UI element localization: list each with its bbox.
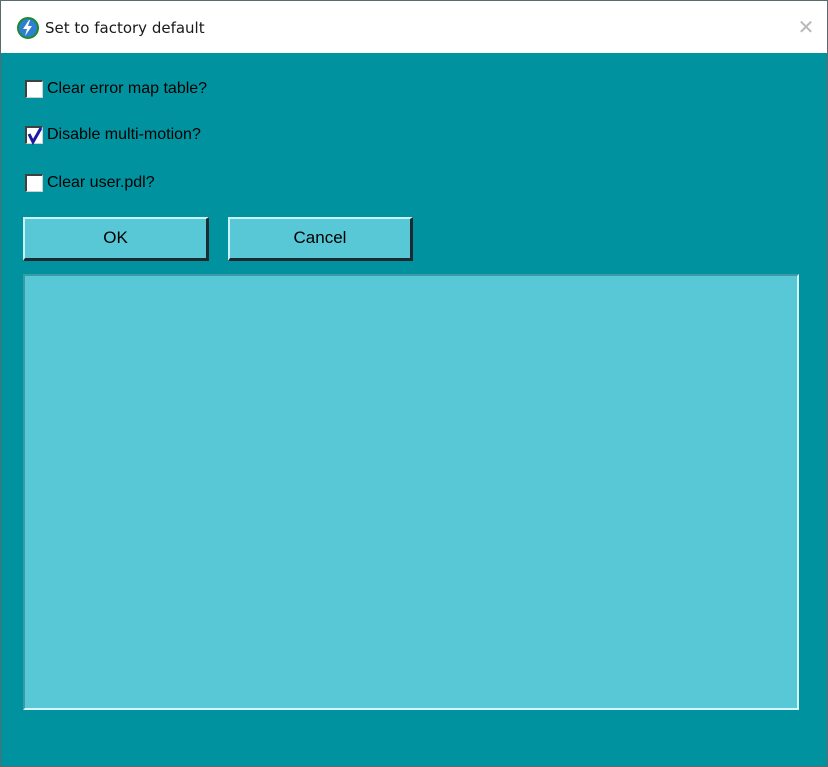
- checkbox-label[interactable]: Disable multi-motion?: [47, 126, 201, 144]
- dialog-content: Clear error map table? Disable multi-mot…: [1, 53, 827, 766]
- checkbox-box[interactable]: [25, 174, 43, 192]
- window-title: Set to factory default: [45, 19, 205, 37]
- app-lightning-icon: [17, 17, 39, 39]
- checkbox-disable-multi-motion[interactable]: Disable multi-motion?: [25, 123, 201, 147]
- dialog-window: Set to factory default ✕ Clear error map…: [0, 0, 828, 767]
- checkmark-icon: [27, 127, 43, 145]
- checkbox-box[interactable]: [25, 80, 43, 98]
- title-bar[interactable]: Set to factory default ✕: [1, 1, 827, 53]
- close-icon[interactable]: ✕: [791, 13, 821, 43]
- checkbox-label[interactable]: Clear error map table?: [47, 80, 207, 98]
- checkbox-clear-user-pdl[interactable]: Clear user.pdl?: [25, 171, 155, 195]
- checkbox-label[interactable]: Clear user.pdl?: [47, 174, 155, 192]
- output-text-area[interactable]: [23, 274, 799, 710]
- checkbox-clear-error-map[interactable]: Clear error map table?: [25, 77, 207, 101]
- checkbox-box[interactable]: [25, 126, 43, 145]
- ok-button[interactable]: OK: [23, 217, 209, 261]
- cancel-button[interactable]: Cancel: [228, 217, 413, 261]
